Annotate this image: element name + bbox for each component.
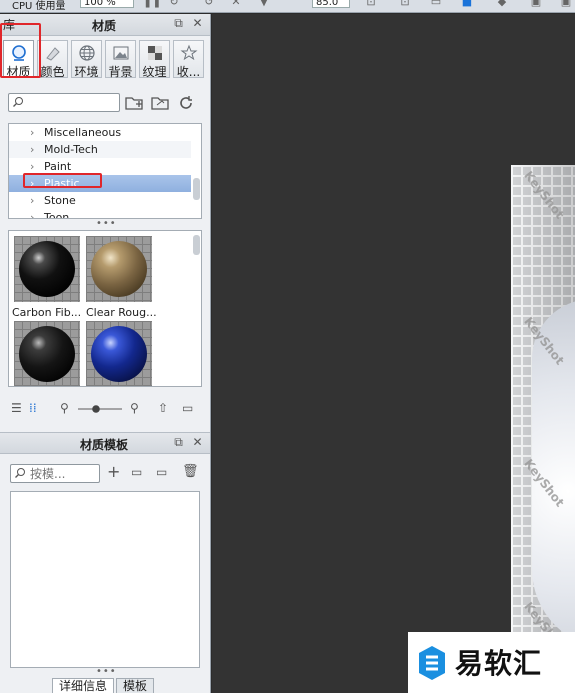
zoom-out-icon[interactable]: ⚲ [60, 401, 69, 415]
search-icon [13, 97, 23, 107]
chevron-right-icon: › [30, 194, 35, 207]
globe-icon [79, 45, 95, 61]
tab-texture[interactable]: 纹理 [139, 40, 170, 79]
tab-templates[interactable]: 模板 [116, 678, 154, 693]
tree-scrollbar[interactable] [193, 178, 200, 200]
category-tree: › Miscellaneous › Mold-Tech › Paint › Plasti… [8, 123, 202, 219]
tab-color[interactable]: 颜色 [37, 40, 68, 79]
thumbnail-size-slider[interactable] [76, 404, 124, 414]
tab-environment[interactable]: 环境 [71, 40, 102, 79]
library-search[interactable] [8, 93, 120, 112]
tab-label: 环境 [74, 65, 99, 79]
tab-background[interactable]: 背景 [105, 40, 136, 79]
brand-logo: 易软汇 [408, 632, 575, 693]
image-icon [113, 46, 129, 60]
render-viewport[interactable]: KeyShot KeyShot KeyShot KeyShot [212, 14, 575, 693]
tree-item[interactable]: › Mold-Tech [9, 141, 191, 158]
panel-title: 材质 [92, 19, 117, 33]
library-panel: 库 材质 ⧉ ✕ 材质 颜色 环境 背景 纹理 收... › Miscellan… [0, 14, 211, 693]
grid-scrollbar[interactable] [193, 235, 200, 255]
template-list [10, 491, 200, 668]
tab-label: 颜色 [40, 65, 65, 79]
material-ball [91, 326, 147, 382]
folder-icon[interactable] [150, 94, 170, 112]
add-icon[interactable]: + [107, 464, 120, 480]
tab-label: 背景 [108, 65, 133, 79]
tree-item[interactable]: › Stone [9, 192, 191, 209]
trash-icon[interactable]: 🗑 [182, 465, 199, 479]
texture-icon [148, 46, 162, 60]
material-thumbnail[interactable] [86, 236, 152, 302]
material-thumbnail[interactable] [14, 321, 80, 386]
brand-logo-icon [419, 646, 445, 680]
material-thumbnail[interactable] [86, 321, 152, 386]
tab-favorites[interactable]: 收... [173, 40, 204, 79]
reset-icon[interactable]: ↺ [203, 0, 215, 7]
chevron-right-icon: › [30, 211, 35, 219]
tab-label: 收... [176, 65, 201, 79]
material-thumbnail[interactable] [14, 236, 80, 302]
camera-icon[interactable]: ⊡ [365, 0, 377, 7]
frame-icon[interactable]: ▭ [430, 0, 442, 7]
folder-icon[interactable]: ▭ [131, 465, 142, 479]
material-ball [19, 326, 75, 382]
down-icon[interactable]: ▼ [258, 0, 270, 7]
color-icon [46, 47, 60, 61]
zoom-in-icon[interactable]: ⚲ [130, 401, 139, 415]
zoom-input[interactable]: 85.0 [312, 0, 350, 8]
highlight-box [0, 23, 41, 78]
list-view-icon[interactable]: ☰ [11, 401, 22, 415]
more-icon[interactable]: ▣ [560, 0, 572, 7]
box-icon[interactable]: ▣ [530, 0, 542, 7]
cube-icon[interactable]: ◆ [496, 0, 508, 7]
close-icon[interactable]: ✕ [191, 436, 204, 449]
cpu-usage-label: CPU 使用量 [12, 1, 66, 12]
material-ball [91, 241, 147, 297]
tab-label: 纹理 [142, 65, 167, 79]
search-input[interactable] [30, 466, 98, 481]
refresh-icon[interactable] [176, 94, 196, 112]
upload-icon[interactable]: ⇧ [158, 401, 168, 415]
pause-icon[interactable]: ❚❚ [143, 0, 161, 7]
folder-icon[interactable]: ▭ [156, 465, 167, 479]
tree-item[interactable]: › Miscellaneous [9, 124, 191, 141]
search-icon [15, 468, 25, 478]
material-grid: Carbon Fib... Clear Roug... [8, 230, 202, 387]
splitter-handle[interactable]: ••• [96, 666, 117, 677]
panel-title: 材质模板 [80, 438, 129, 452]
undock-icon[interactable]: ⧉ [172, 17, 185, 30]
undock-icon[interactable]: ⧉ [172, 436, 185, 449]
add-folder-icon[interactable] [124, 94, 144, 112]
highlight-box [23, 173, 102, 188]
cpu-usage-select[interactable]: 100 % [80, 0, 134, 8]
folder-icon[interactable]: ▭ [182, 401, 193, 415]
brand-text: 易软汇 [455, 647, 543, 680]
chevron-right-icon: › [30, 126, 35, 139]
grid-toolbar: ☰ ⁞⁞ ⚲ ⚲ ⇧ ▭ [8, 401, 204, 417]
chevron-right-icon: › [30, 143, 35, 156]
refresh-icon[interactable]: ↻ [168, 0, 180, 7]
material-name: Carbon Fib... [12, 306, 82, 319]
material-ball [19, 241, 75, 297]
material-name: Clear Roug... [86, 306, 157, 319]
close-icon[interactable]: ✕ [191, 17, 204, 30]
splitter-handle[interactable]: ••• [96, 218, 117, 229]
grid-view-icon[interactable]: ⁞⁞ [29, 401, 37, 415]
render-icon[interactable]: ⊡ [399, 0, 411, 7]
template-search[interactable] [10, 464, 100, 483]
search-input[interactable] [25, 95, 117, 110]
template-title-bar: 材质模板 ⧉ ✕ [0, 432, 210, 454]
star-icon [180, 44, 198, 61]
tab-details[interactable]: 详细信息 [52, 678, 114, 693]
tool-icon[interactable]: ✕ [230, 0, 242, 7]
top-toolbar: CPU 使用量 100 % ❚❚ ↻ ↺ ✕ ▼ 85.0 ⊡ ⊡ ▭ ■ ◆ … [0, 0, 575, 13]
pin-icon[interactable]: ■ [461, 0, 473, 7]
